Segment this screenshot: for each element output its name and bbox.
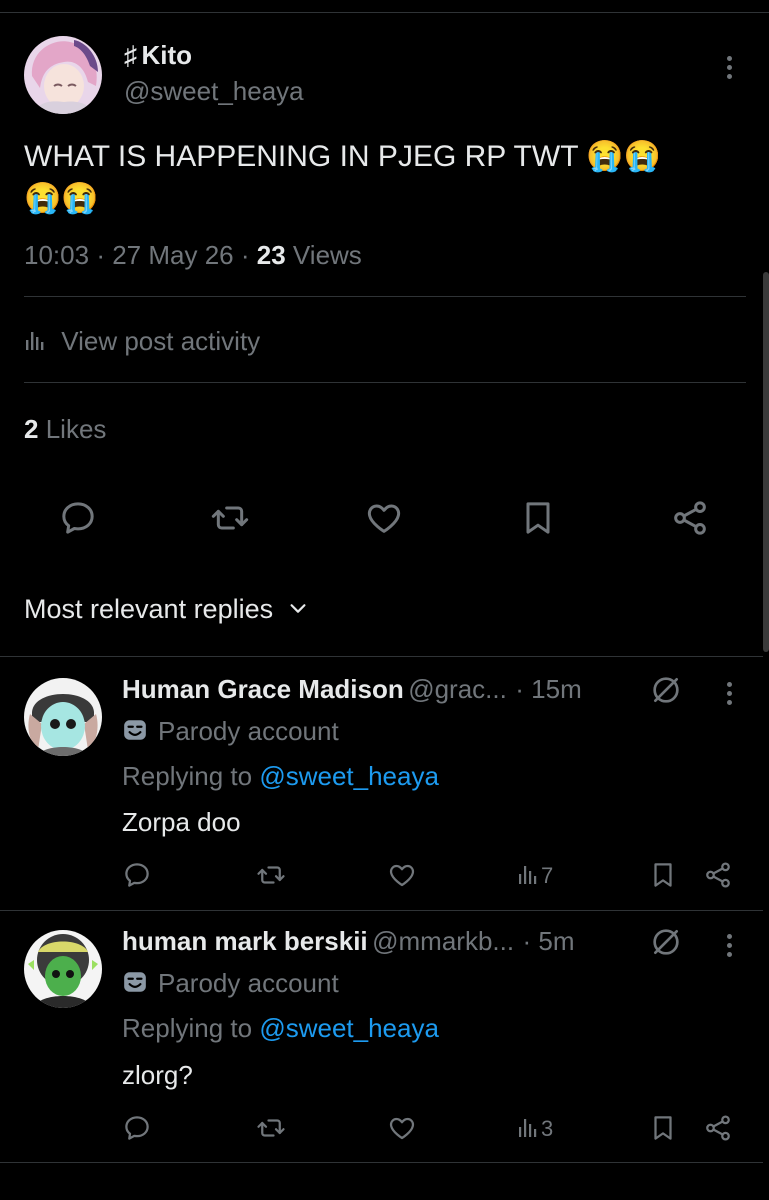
- replying-to-link[interactable]: @sweet_heaya: [259, 1013, 439, 1043]
- scrollbar[interactable]: [763, 272, 769, 652]
- divider: [24, 296, 746, 297]
- chevron-down-icon: [287, 595, 309, 626]
- author-name-row[interactable]: ♯ Kito: [124, 40, 192, 71]
- reply-text: zlorg?: [122, 1060, 193, 1090]
- parody-label-text: Parody account: [158, 968, 339, 998]
- more-icon[interactable]: [727, 934, 733, 961]
- reply-text: Zorpa doo: [122, 807, 241, 837]
- author-avatar[interactable]: [24, 36, 102, 114]
- post-date: 27 May 26: [112, 240, 234, 270]
- like-icon[interactable]: [387, 1113, 417, 1143]
- divider: [0, 910, 763, 911]
- view-post-activity-label: View post activity: [61, 326, 261, 356]
- reply-avatar[interactable]: [24, 930, 102, 1008]
- replying-to: Replying to @sweet_heaya: [122, 761, 439, 792]
- parody-mask-icon: [122, 969, 148, 1002]
- parody-label: Parody account: [122, 968, 339, 1002]
- emoji-group-2: 😭😭: [24, 182, 99, 215]
- divider: [24, 382, 746, 383]
- share-icon[interactable]: [670, 498, 710, 538]
- reply-avatar[interactable]: [24, 678, 102, 756]
- replying-to: Replying to @sweet_heaya: [122, 1013, 439, 1044]
- reply-author-name[interactable]: human mark berskii: [122, 926, 368, 956]
- like-icon[interactable]: [364, 498, 404, 538]
- replies-sort-dropdown[interactable]: Most relevant replies: [24, 594, 309, 626]
- divider: [0, 656, 763, 657]
- reply-icon[interactable]: [122, 860, 152, 890]
- views-count: 3: [541, 1115, 554, 1141]
- post-body: WHAT IS HAPPENING IN PJEG RP TWT: [24, 140, 578, 173]
- reply-author-handle[interactable]: @grac...: [408, 674, 507, 704]
- views-button[interactable]: 3: [517, 1115, 553, 1145]
- author-name[interactable]: Kito: [141, 40, 192, 70]
- grok-icon[interactable]: [650, 926, 682, 958]
- author-handle[interactable]: @sweet_heaya: [124, 76, 304, 107]
- bookmark-icon[interactable]: [648, 860, 678, 890]
- share-icon[interactable]: [703, 1113, 733, 1143]
- views-count: 7: [541, 862, 554, 888]
- analytics-icon: [517, 1115, 541, 1145]
- divider: [0, 1162, 763, 1163]
- like-icon[interactable]: [387, 860, 417, 890]
- likes-summary[interactable]: 2 Likes: [24, 414, 106, 445]
- reply-icon[interactable]: [122, 1113, 152, 1143]
- retweet-icon[interactable]: [256, 1113, 286, 1143]
- retweet-icon[interactable]: [210, 498, 250, 538]
- replies-sort-label: Most relevant replies: [24, 594, 274, 624]
- reply-age[interactable]: · 15m: [515, 674, 581, 704]
- view-post-activity[interactable]: View post activity: [24, 326, 260, 359]
- parody-label: Parody account: [122, 716, 339, 750]
- likes-label: Likes: [45, 414, 107, 444]
- post-text: WHAT IS HAPPENING IN PJEG RP TWT 😭😭 😭😭: [24, 136, 744, 220]
- views-label: Views: [292, 240, 362, 270]
- name-prefix: ♯: [124, 40, 137, 70]
- post-meta: 10:03 · 27 May 26 · 23 Views: [24, 240, 362, 271]
- replying-to-prefix: Replying to: [122, 1013, 253, 1043]
- retweet-icon[interactable]: [256, 860, 286, 890]
- bookmark-icon[interactable]: [648, 1113, 678, 1143]
- replying-to-link[interactable]: @sweet_heaya: [259, 761, 439, 791]
- reply-header: human mark berskii @mmarkb... · 5m: [122, 926, 575, 957]
- reply-age[interactable]: · 5m: [523, 926, 575, 956]
- reply-author-name[interactable]: Human Grace Madison: [122, 674, 404, 704]
- analytics-icon: [24, 328, 48, 359]
- emoji-group-1: 😭😭: [586, 140, 662, 173]
- parody-label-text: Parody account: [158, 716, 339, 746]
- bookmark-icon[interactable]: [518, 498, 558, 538]
- meta-sep-1: ·: [96, 240, 105, 270]
- reply-header: Human Grace Madison @grac... · 15m: [122, 674, 582, 705]
- reply-icon[interactable]: [58, 498, 98, 538]
- grok-icon[interactable]: [650, 674, 682, 706]
- share-icon[interactable]: [703, 860, 733, 890]
- top-divider: [0, 12, 769, 13]
- analytics-icon: [517, 862, 541, 892]
- views-count: 23: [256, 240, 286, 270]
- reply-author-handle[interactable]: @mmarkb...: [372, 926, 514, 956]
- more-icon[interactable]: [727, 682, 733, 709]
- views-button[interactable]: 7: [517, 862, 553, 892]
- likes-count: 2: [24, 414, 39, 444]
- parody-mask-icon: [122, 717, 148, 750]
- replying-to-prefix: Replying to: [122, 761, 253, 791]
- post-time: 10:03: [24, 240, 90, 270]
- more-icon[interactable]: [727, 56, 733, 83]
- meta-sep-2: ·: [240, 240, 250, 270]
